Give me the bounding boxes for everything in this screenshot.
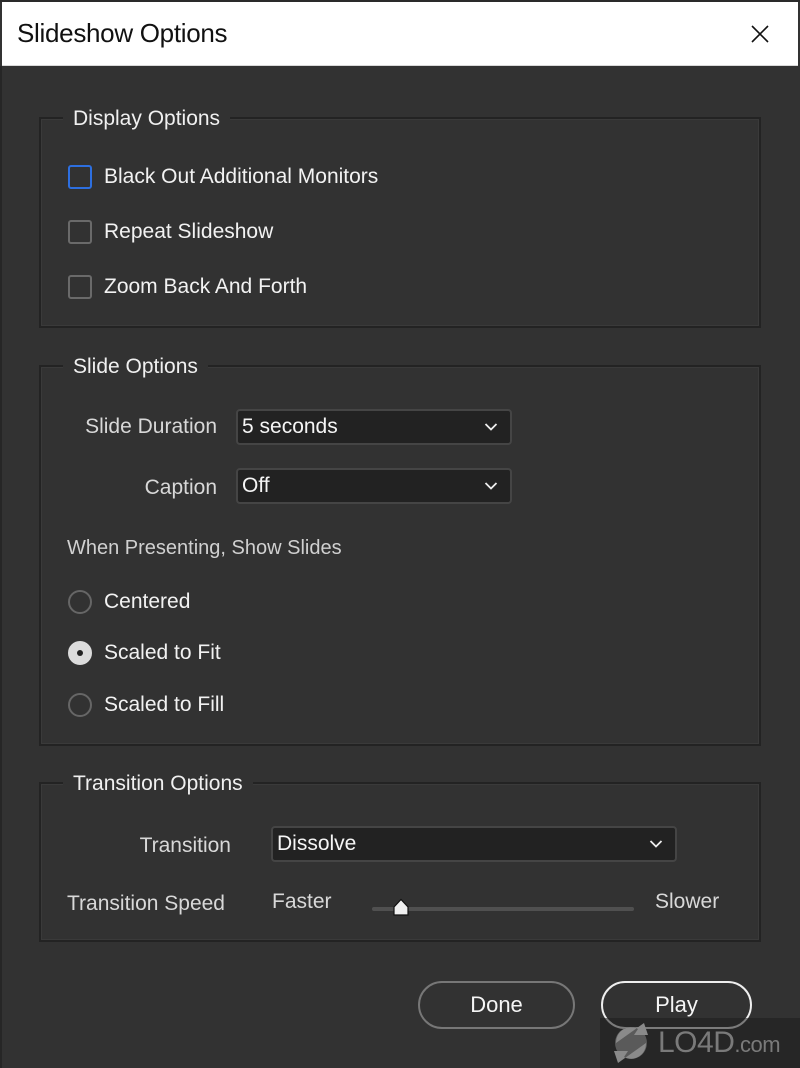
- chevron-down-icon: [484, 423, 498, 431]
- show-slides-heading: When Presenting, Show Slides: [67, 537, 342, 559]
- watermark: LO4D.com: [600, 1018, 800, 1068]
- transition-select[interactable]: Dissolve: [271, 826, 677, 862]
- caption-value: Off: [242, 474, 270, 497]
- dialog-title: Slideshow Options: [17, 18, 228, 48]
- transition-speed-label: Transition Speed: [67, 892, 225, 915]
- slide-options-group: Slide Options Slide Duration 5 seconds C…: [39, 355, 761, 746]
- slideshow-options-dialog: Slideshow Options Display Options Black …: [0, 0, 800, 1068]
- radio-row-scaled-to-fill[interactable]: Scaled to Fill: [68, 693, 224, 717]
- transition-options-group: Transition Options Transition Dissolve T…: [39, 772, 761, 942]
- zoom-back-forth-checkbox[interactable]: [68, 275, 92, 299]
- close-icon: [751, 25, 769, 43]
- slider-thumb[interactable]: [393, 898, 409, 916]
- transition-value: Dissolve: [277, 832, 357, 855]
- lo4d-logo-icon: [614, 1023, 648, 1063]
- black-out-monitors-label: Black Out Additional Monitors: [104, 165, 379, 188]
- repeat-slideshow-label: Repeat Slideshow: [104, 220, 274, 243]
- group-title-slide-options: Slide Options: [63, 355, 208, 379]
- scaled-to-fit-radio[interactable]: [68, 641, 92, 665]
- watermark-text: LO4D.com: [658, 1026, 781, 1059]
- radio-row-scaled-to-fit[interactable]: Scaled to Fit: [68, 641, 221, 665]
- close-button[interactable]: [742, 16, 778, 52]
- chevron-down-icon: [649, 840, 663, 848]
- black-out-monitors-checkbox-row[interactable]: Black Out Additional Monitors: [68, 165, 378, 189]
- done-button[interactable]: Done: [418, 981, 575, 1029]
- scaled-to-fit-label: Scaled to Fit: [104, 641, 221, 664]
- display-options-group: Display Options Black Out Additional Mon…: [39, 107, 761, 328]
- centered-label: Centered: [104, 590, 191, 613]
- repeat-slideshow-checkbox[interactable]: [68, 220, 92, 244]
- radio-row-centered[interactable]: Centered: [68, 590, 190, 614]
- caption-label: Caption: [144, 476, 217, 499]
- slider-track[interactable]: [372, 907, 634, 911]
- group-title-display-options: Display Options: [63, 107, 231, 131]
- scaled-to-fill-label: Scaled to Fill: [104, 693, 225, 716]
- group-title-transition-options: Transition Options: [63, 772, 253, 796]
- slide-duration-label: Slide Duration: [85, 415, 217, 438]
- slider-min-label: Faster: [272, 890, 332, 913]
- zoom-back-forth-checkbox-row[interactable]: Zoom Back And Forth: [68, 275, 307, 299]
- centered-radio[interactable]: [68, 590, 92, 614]
- scaled-to-fill-radio[interactable]: [68, 693, 92, 717]
- zoom-back-forth-label: Zoom Back And Forth: [104, 275, 308, 298]
- black-out-monitors-checkbox[interactable]: [68, 165, 92, 189]
- slide-duration-value: 5 seconds: [242, 415, 338, 438]
- chevron-down-icon: [484, 482, 498, 490]
- repeat-slideshow-checkbox-row[interactable]: Repeat Slideshow: [68, 220, 273, 244]
- transition-label: Transition: [139, 834, 231, 857]
- caption-select[interactable]: Off: [236, 468, 512, 504]
- transition-speed-slider[interactable]: [372, 898, 634, 918]
- slide-duration-select[interactable]: 5 seconds: [236, 409, 512, 445]
- slider-max-label: Slower: [655, 890, 720, 913]
- title-bar: Slideshow Options: [2, 2, 798, 66]
- background-window-edge: [0, 66, 2, 1068]
